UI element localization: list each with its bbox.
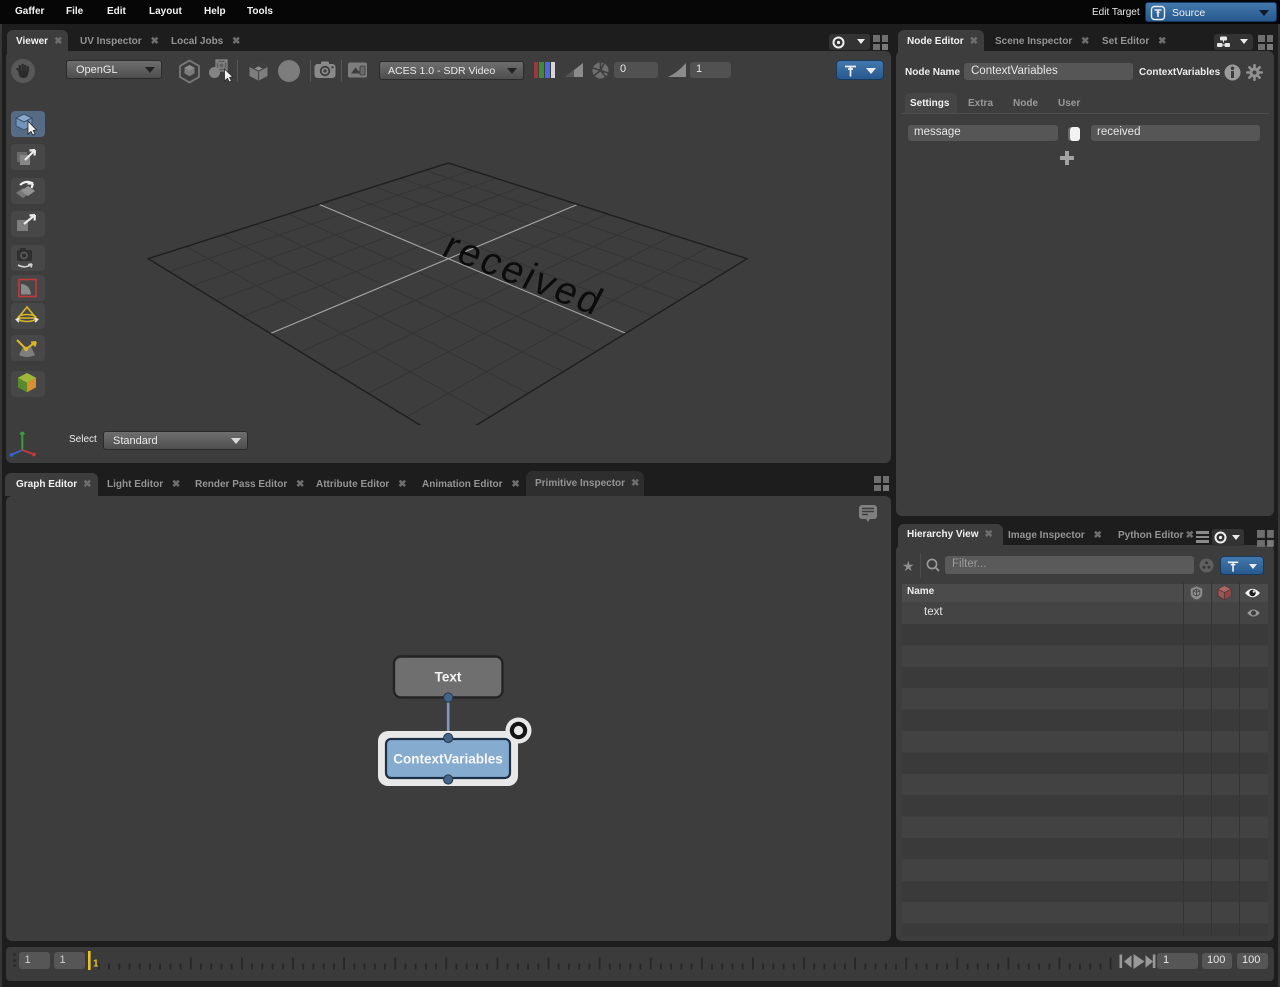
svg-text:Text: Text xyxy=(435,670,462,685)
svg-text:1: 1 xyxy=(93,959,99,970)
svg-text:ContextVariables: ContextVariables xyxy=(393,752,503,767)
